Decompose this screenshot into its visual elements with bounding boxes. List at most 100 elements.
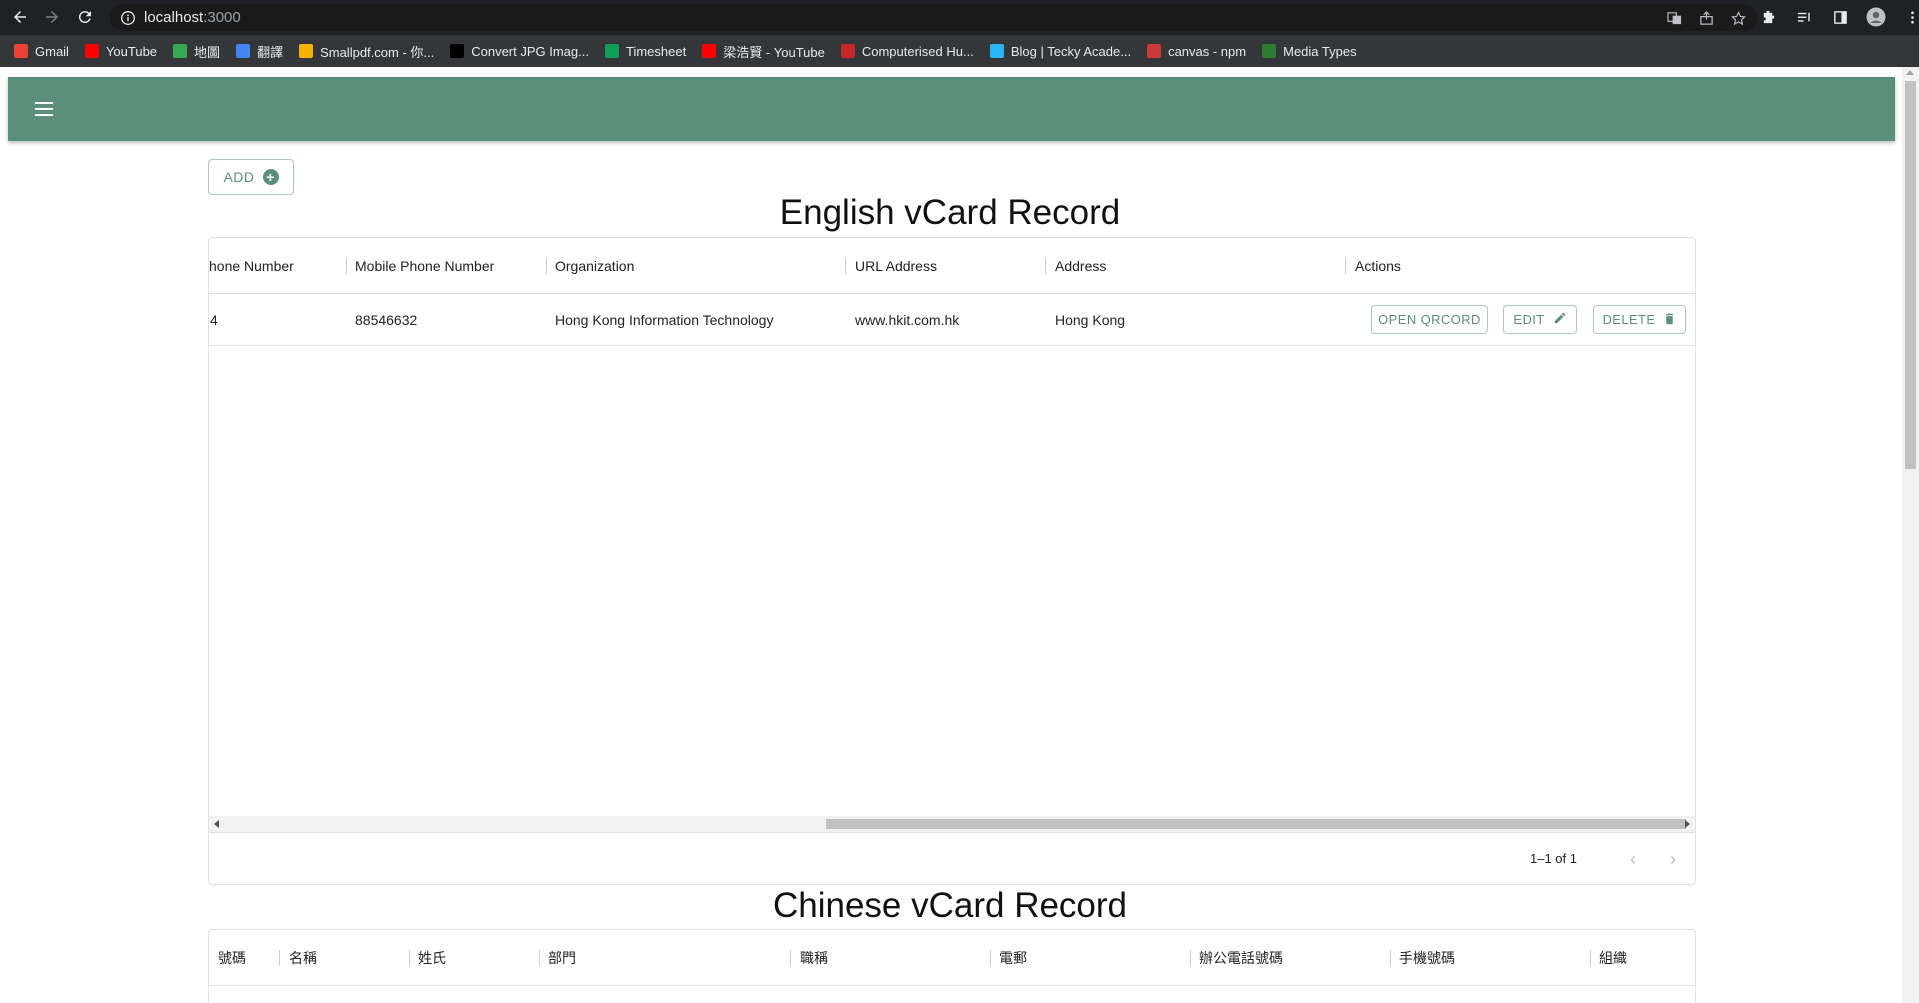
bookmark-item[interactable]: 翻譯 bbox=[236, 42, 283, 61]
column-separator[interactable] bbox=[1345, 258, 1346, 274]
next-page-icon[interactable]: › bbox=[1661, 847, 1685, 871]
side-panel-icon[interactable] bbox=[1828, 5, 1852, 29]
profile-avatar-icon[interactable] bbox=[1864, 5, 1888, 29]
vertical-scrollbar[interactable] bbox=[1902, 67, 1919, 1003]
cell-mobile: 88546632 bbox=[355, 312, 418, 328]
column-header-department[interactable]: 部門 bbox=[548, 930, 576, 986]
bookmark-favicon-icon bbox=[989, 44, 1004, 58]
share-icon[interactable] bbox=[1697, 9, 1715, 27]
english-grid-header: hone Number Mobile Phone Number Organiza… bbox=[209, 238, 1695, 294]
scroll-up-icon[interactable] bbox=[1906, 70, 1914, 75]
column-header-phone[interactable]: hone Number bbox=[209, 238, 294, 294]
address-bar[interactable]: localhost:3000 bbox=[110, 4, 1757, 31]
bookmark-label: Smallpdf.com - 你... bbox=[320, 44, 435, 60]
bookmark-label: 地圖 bbox=[194, 44, 221, 60]
column-separator[interactable] bbox=[1390, 950, 1391, 966]
previous-page-icon[interactable]: ‹ bbox=[1621, 847, 1645, 871]
site-info-icon[interactable] bbox=[120, 10, 136, 26]
scroll-left-icon[interactable] bbox=[214, 820, 219, 828]
bookmark-item[interactable]: Smallpdf.com - 你... bbox=[299, 42, 434, 61]
scroll-thumb[interactable] bbox=[1905, 81, 1916, 469]
column-header-address[interactable]: Address bbox=[1055, 238, 1106, 294]
open-qrcode-button[interactable]: OPEN QRCORD bbox=[1371, 305, 1488, 334]
column-separator[interactable] bbox=[409, 950, 410, 966]
extensions-icon[interactable] bbox=[1756, 5, 1780, 29]
bookmark-label: YouTube bbox=[105, 43, 158, 59]
bookmark-favicon-icon bbox=[14, 44, 28, 58]
reload-icon[interactable] bbox=[73, 5, 97, 29]
back-icon[interactable] bbox=[8, 5, 32, 29]
add-button[interactable]: ADD + bbox=[208, 159, 294, 195]
column-header-email[interactable]: 電郵 bbox=[999, 930, 1027, 986]
bookmark-item[interactable]: 地圖 bbox=[173, 42, 220, 61]
star-icon[interactable] bbox=[1729, 9, 1747, 27]
column-header-organization[interactable]: Organization bbox=[555, 238, 634, 294]
edit-label: EDIT bbox=[1513, 312, 1545, 327]
bookmark-item[interactable]: Computerised Hu... bbox=[840, 43, 974, 59]
bookmark-item[interactable]: Gmail bbox=[14, 44, 69, 59]
bookmark-favicon-icon bbox=[1262, 44, 1277, 58]
bookmark-label: 翻譯 bbox=[257, 44, 284, 60]
delete-label: DELETE bbox=[1602, 312, 1656, 327]
bookmark-label: Gmail bbox=[35, 43, 69, 59]
trash-icon bbox=[1663, 312, 1676, 328]
bookmark-item[interactable]: Blog | Tecky Acade... bbox=[989, 43, 1132, 59]
bookmark-favicon-icon bbox=[840, 44, 855, 58]
bookmark-label: Computerised Hu... bbox=[861, 43, 974, 59]
bookmark-item[interactable]: Timesheet bbox=[604, 43, 687, 59]
bookmark-favicon-icon bbox=[450, 44, 465, 58]
bookmark-label: Blog | Tecky Acade... bbox=[1010, 43, 1132, 59]
bookmark-favicon-icon bbox=[1147, 44, 1162, 58]
forward-icon[interactable] bbox=[40, 5, 64, 29]
column-separator[interactable] bbox=[845, 258, 846, 274]
column-separator[interactable] bbox=[346, 258, 347, 274]
column-separator[interactable] bbox=[790, 950, 791, 966]
horizontal-scrollbar[interactable] bbox=[209, 816, 1695, 832]
cell-organization: Hong Kong Information Technology bbox=[555, 312, 774, 328]
scroll-right-icon[interactable] bbox=[1685, 820, 1690, 828]
open-qrcode-label: OPEN QRCORD bbox=[1378, 312, 1481, 327]
bookmark-item[interactable]: Media Types bbox=[1262, 44, 1357, 59]
bookmark-label: Timesheet bbox=[625, 43, 687, 59]
bookmark-favicon-icon bbox=[604, 44, 619, 58]
scroll-thumb[interactable] bbox=[826, 819, 1686, 829]
more-menu-icon[interactable] bbox=[1900, 5, 1919, 29]
column-separator[interactable] bbox=[990, 950, 991, 966]
column-header-number[interactable]: 號碼 bbox=[218, 930, 246, 986]
column-header-job-title[interactable]: 職稱 bbox=[800, 930, 828, 986]
delete-button[interactable]: DELETE bbox=[1593, 305, 1686, 334]
cell-phone: 4 bbox=[210, 312, 218, 328]
column-separator[interactable] bbox=[1190, 950, 1191, 966]
bookmark-item[interactable]: 梁浩賢 - YouTube bbox=[702, 42, 825, 61]
bookmark-favicon-icon bbox=[299, 44, 314, 58]
menu-icon[interactable] bbox=[32, 97, 56, 121]
edit-button[interactable]: EDIT bbox=[1503, 305, 1577, 334]
column-separator[interactable] bbox=[1045, 258, 1046, 274]
reading-list-icon[interactable] bbox=[1792, 5, 1816, 29]
bookmark-label: Convert JPG Imag... bbox=[471, 43, 589, 59]
column-separator[interactable] bbox=[1590, 950, 1591, 966]
column-header-mobile[interactable]: 手機號碼 bbox=[1399, 930, 1455, 986]
bookmark-item[interactable]: YouTube bbox=[84, 43, 158, 59]
bookmark-item[interactable]: canvas - npm bbox=[1147, 44, 1246, 59]
column-header-organization[interactable]: 組織 bbox=[1599, 930, 1627, 986]
column-separator[interactable] bbox=[1695, 258, 1696, 274]
bookmark-favicon-icon bbox=[173, 44, 188, 58]
column-header-office-phone[interactable]: 辦公電話號碼 bbox=[1199, 930, 1283, 986]
cell-address: Hong Kong bbox=[1055, 312, 1126, 328]
column-header-url[interactable]: URL Address bbox=[855, 238, 937, 294]
column-header-mobile[interactable]: Mobile Phone Number bbox=[355, 238, 494, 294]
table-row[interactable]: 4 88546632 Hong Kong Information Technol… bbox=[209, 294, 1695, 346]
translate-icon[interactable] bbox=[1665, 9, 1683, 27]
column-separator[interactable] bbox=[539, 950, 540, 966]
add-button-label: ADD bbox=[223, 169, 255, 185]
bookmark-favicon-icon bbox=[702, 44, 717, 58]
column-header-name[interactable]: 名稱 bbox=[289, 930, 317, 986]
column-separator[interactable] bbox=[546, 258, 547, 274]
bookmark-item[interactable]: Convert JPG Imag... bbox=[450, 44, 589, 59]
column-header-surname[interactable]: 姓氏 bbox=[418, 930, 446, 986]
page-viewport: ADD + English vCard Record hone Number M… bbox=[0, 67, 1919, 1003]
bookmark-favicon-icon bbox=[84, 44, 99, 58]
column-header-actions[interactable]: Actions bbox=[1355, 238, 1401, 294]
column-separator[interactable] bbox=[279, 950, 280, 966]
